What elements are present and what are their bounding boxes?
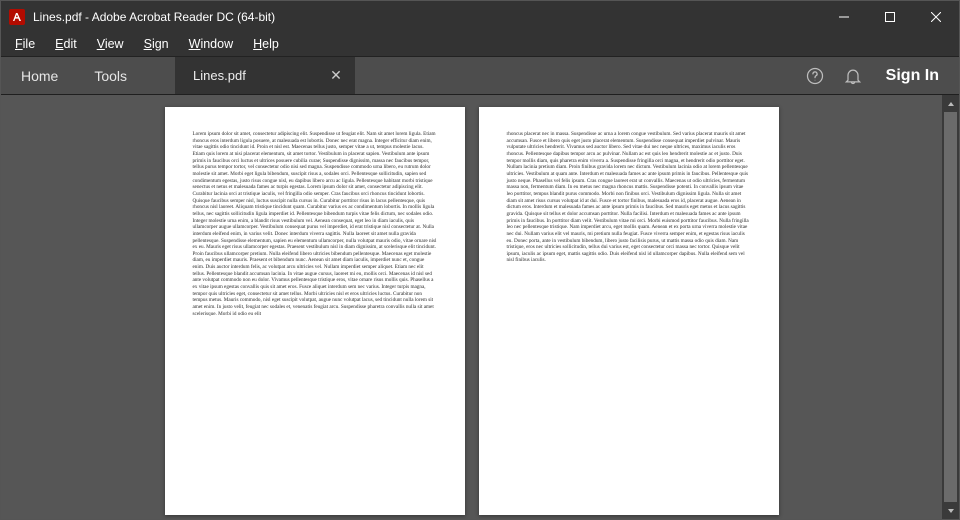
scroll-up-button[interactable] — [942, 95, 959, 112]
menu-help[interactable]: Help — [243, 34, 289, 54]
notifications-icon[interactable] — [834, 57, 872, 94]
document-area: Lorem ipsum dolor sit amet, consectetur … — [1, 95, 959, 519]
app-icon — [9, 9, 25, 25]
menu-bar: File Edit View Sign Window Help — [1, 32, 959, 57]
pdf-page-1: Lorem ipsum dolor sit amet, consectetur … — [165, 107, 465, 515]
document-tab[interactable]: Lines.pdf ✕ — [175, 57, 355, 94]
menu-file[interactable]: File — [5, 34, 45, 54]
menu-sign[interactable]: Sign — [134, 34, 179, 54]
tools-label: Tools — [94, 68, 127, 84]
tools-button[interactable]: Tools — [76, 57, 145, 94]
page-2-text: rhoncus placerat nec in massa. Suspendis… — [507, 131, 751, 264]
tab-close-icon[interactable]: ✕ — [327, 67, 345, 85]
menu-window[interactable]: Window — [179, 34, 243, 54]
pdf-page-2: rhoncus placerat nec in massa. Suspendis… — [479, 107, 779, 515]
minimize-button[interactable] — [821, 1, 867, 32]
window-title: Lines.pdf - Adobe Acrobat Reader DC (64-… — [33, 10, 275, 24]
document-viewport[interactable]: Lorem ipsum dolor sit amet, consectetur … — [1, 95, 942, 519]
home-label: Home — [21, 68, 58, 84]
vertical-scrollbar[interactable] — [942, 95, 959, 519]
menu-view[interactable]: View — [87, 34, 134, 54]
app-window: Lines.pdf - Adobe Acrobat Reader DC (64-… — [0, 0, 960, 520]
document-tab-label: Lines.pdf — [193, 68, 303, 83]
maximize-button[interactable] — [867, 1, 913, 32]
menu-edit[interactable]: Edit — [45, 34, 87, 54]
sign-in-label: Sign In — [886, 67, 939, 85]
close-button[interactable] — [913, 1, 959, 32]
title-bar: Lines.pdf - Adobe Acrobat Reader DC (64-… — [1, 1, 959, 32]
scrollbar-thumb[interactable] — [944, 112, 957, 502]
scroll-down-button[interactable] — [942, 502, 959, 519]
page-1-text: Lorem ipsum dolor sit amet, consectetur … — [193, 131, 437, 317]
help-icon[interactable] — [796, 57, 834, 94]
sign-in-button[interactable]: Sign In — [872, 57, 959, 94]
scrollbar-track[interactable] — [942, 112, 959, 502]
toolbar: Home Tools Lines.pdf ✕ Sign In — [1, 57, 959, 95]
home-button[interactable]: Home — [1, 57, 76, 94]
